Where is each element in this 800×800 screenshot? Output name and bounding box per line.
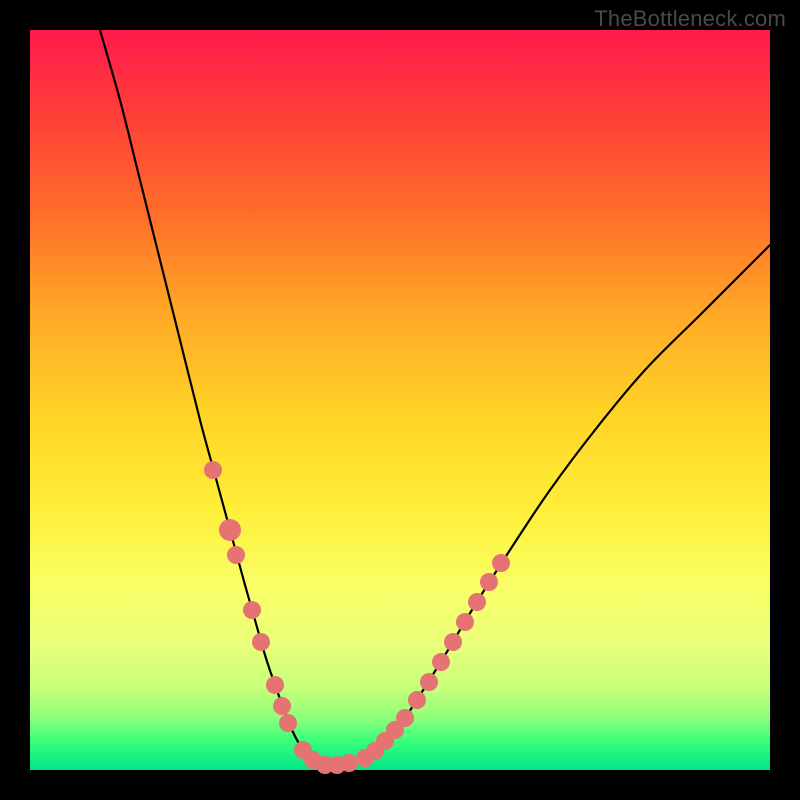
data-marker <box>420 673 438 691</box>
data-marker <box>444 633 462 651</box>
data-marker <box>396 709 414 727</box>
watermark-text: TheBottleneck.com <box>594 6 786 32</box>
plot-area <box>30 30 770 770</box>
data-marker <box>432 653 450 671</box>
data-marker <box>227 546 245 564</box>
data-marker <box>204 461 222 479</box>
data-marker <box>468 593 486 611</box>
data-marker <box>252 633 270 651</box>
data-marker <box>456 613 474 631</box>
data-marker <box>480 573 498 591</box>
data-marker <box>219 519 241 541</box>
data-marker <box>273 697 291 715</box>
data-marker <box>266 676 284 694</box>
data-marker <box>492 554 510 572</box>
chart-frame: TheBottleneck.com <box>0 0 800 800</box>
data-marker <box>408 691 426 709</box>
bottleneck-curve <box>100 30 770 765</box>
data-markers <box>204 461 510 774</box>
data-marker <box>279 714 297 732</box>
data-marker <box>243 601 261 619</box>
curve-layer <box>30 30 770 770</box>
data-marker <box>340 754 358 772</box>
